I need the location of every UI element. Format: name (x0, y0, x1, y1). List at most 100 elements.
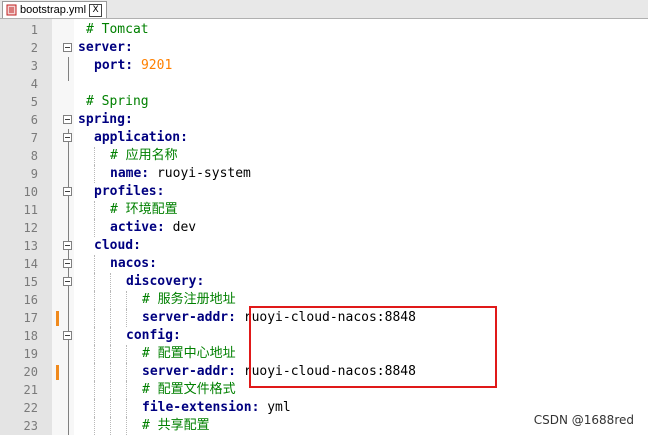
line-number: 16 (23, 293, 38, 307)
yaml-key: discovery: (126, 274, 205, 289)
collapse-icon[interactable] (63, 115, 72, 124)
indent-guide (110, 381, 111, 399)
line-number: 5 (30, 95, 38, 109)
code-text: # 配置中心地址 (142, 345, 236, 363)
code-line[interactable]: 1 # Tomcat (0, 21, 648, 39)
yaml-comment: # 应用名称 (110, 148, 178, 163)
line-number: 15 (23, 275, 38, 289)
yaml-comment: # 共享配置 (142, 418, 210, 433)
collapse-icon[interactable] (63, 241, 72, 250)
yaml-key: cloud: (94, 238, 141, 253)
code-line[interactable]: 7 application: (0, 129, 648, 147)
line-number: 19 (23, 347, 38, 361)
code-text: # Tomcat (86, 21, 149, 39)
code-text: application: (94, 129, 188, 147)
code-line[interactable]: 6 spring: (0, 111, 648, 129)
code-text: config: (126, 327, 181, 345)
collapse-icon[interactable] (63, 187, 72, 196)
yaml-value (133, 58, 141, 73)
line-number: 12 (23, 221, 38, 235)
code-line[interactable]: 15 discovery: (0, 273, 648, 291)
yaml-key: server-addr: (142, 364, 236, 379)
line-number: 21 (23, 383, 38, 397)
indent-guide (94, 345, 95, 363)
code-text: file-extension: yml (142, 399, 291, 417)
code-text: # 服务注册地址 (142, 291, 236, 309)
code-text: name: ruoyi-system (110, 165, 251, 183)
code-line[interactable]: 13 cloud: (0, 237, 648, 255)
code-line[interactable]: 2 server: (0, 39, 648, 57)
indent-guide (94, 363, 95, 381)
indent-guide (126, 399, 127, 417)
close-tab-icon[interactable]: X (89, 3, 103, 17)
yaml-key: nacos: (110, 256, 157, 271)
yaml-comment: # 配置文件格式 (142, 382, 236, 397)
line-number: 7 (30, 131, 38, 145)
yaml-comment: # Spring (86, 94, 149, 109)
line-number: 2 (30, 41, 38, 55)
line-number: 23 (23, 419, 38, 433)
code-text: profiles: (94, 183, 164, 201)
line-number: 9 (30, 167, 38, 181)
code-text: nacos: (110, 255, 157, 273)
line-number: 18 (23, 329, 38, 343)
indent-guide (126, 291, 127, 309)
indent-guide (126, 381, 127, 399)
code-line[interactable]: 9 name: ruoyi-system (0, 165, 648, 183)
indent-guide (126, 363, 127, 381)
yaml-value: 9201 (140, 58, 173, 73)
yaml-key: profiles: (94, 184, 165, 199)
yaml-key: file-extension: (142, 400, 260, 415)
indent-guide (110, 399, 111, 417)
code-text: # 共享配置 (142, 417, 210, 435)
indent-guide (94, 399, 95, 417)
indent-guide (126, 417, 127, 435)
code-line[interactable]: 14 nacos: (0, 255, 648, 273)
indent-guide (94, 327, 95, 345)
indent-guide (94, 165, 95, 183)
code-text: cloud: (94, 237, 141, 255)
code-text: active: dev (110, 219, 196, 237)
code-text: # 配置文件格式 (142, 381, 236, 399)
code-text: # Spring (86, 93, 149, 111)
indent-guide (94, 309, 95, 327)
code-line[interactable]: 4 (0, 75, 648, 93)
indent-guide (94, 417, 95, 435)
collapse-icon[interactable] (63, 259, 72, 268)
line-number: 20 (23, 365, 38, 379)
indent-guide (94, 273, 95, 291)
indent-guide (94, 147, 95, 165)
collapse-icon[interactable] (63, 277, 72, 286)
yaml-comment: # Tomcat (86, 22, 149, 37)
indent-guide (126, 345, 127, 363)
code-line[interactable]: 3 port: 9201 (0, 57, 648, 75)
file-modified-icon (6, 4, 17, 16)
collapse-icon[interactable] (63, 331, 72, 340)
code-text: spring: (78, 111, 133, 129)
file-tab[interactable]: bootstrap.yml X (2, 1, 108, 18)
change-marker (56, 365, 59, 380)
indent-guide (110, 327, 111, 345)
yaml-key: application: (94, 130, 188, 145)
yaml-comment: # 配置中心地址 (142, 346, 236, 361)
code-line[interactable]: 10 profiles: (0, 183, 648, 201)
code-text: discovery: (126, 273, 204, 291)
indent-guide (94, 291, 95, 309)
yaml-key: active: (110, 220, 165, 235)
code-line[interactable]: 12 active: dev (0, 219, 648, 237)
collapse-icon[interactable] (63, 133, 72, 142)
indent-guide (94, 381, 95, 399)
line-number: 14 (23, 257, 38, 271)
line-number: 3 (30, 59, 38, 73)
yaml-value: yml (259, 400, 291, 415)
collapse-icon[interactable] (63, 43, 72, 52)
yaml-key: config: (126, 328, 181, 343)
code-line[interactable]: 11 # 环境配置 (0, 201, 648, 219)
yaml-key: name: (110, 166, 150, 181)
yaml-key: spring: (78, 112, 133, 127)
code-line[interactable]: 5 # Spring (0, 93, 648, 111)
yaml-key: server-addr: (142, 310, 236, 325)
code-line[interactable]: 8 # 应用名称 (0, 147, 648, 165)
yaml-comment: # 环境配置 (110, 202, 178, 217)
tab-bar: bootstrap.yml X (0, 0, 648, 19)
